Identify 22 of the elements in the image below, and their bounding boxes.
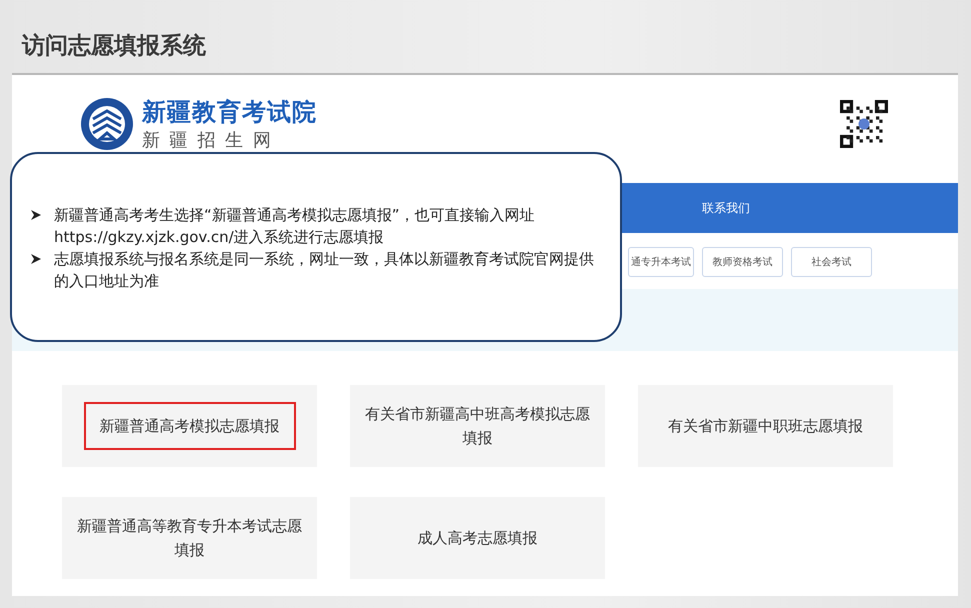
entry-label: 有关省市新疆高中班高考模拟志愿填报 [364,404,591,449]
system-entry-card[interactable]: 有关省市新疆高中班高考模拟志愿填报 [350,385,605,467]
site-name: 新疆教育考试院 [142,97,317,128]
arrowhead-bullet-icon [30,209,42,221]
bullet-text: 新疆普通高考考生选择“新疆普通高考模拟志愿填报”，也可直接输入网址https://gkzy.xjzk.gov.cn/进入系统进行志愿填报 [54,205,536,248]
system-entry-card[interactable]: 有关省市新疆中职班志愿填报 [638,385,893,467]
nav-link[interactable]: 联系我们 [702,200,750,216]
system-entry-card[interactable]: 新疆普通高考模拟志愿填报 [62,385,317,467]
bullet-text: 志愿填报系统与报名系统是同一系统，网址一致，具体以新疆教育考试院官网提供的入口地址为准 [54,249,595,292]
site-subtitle: 新 疆 招 生 网 [142,129,274,152]
emblem-icon [80,97,134,151]
exam-category-button[interactable]: 通专升本考试 [628,247,694,277]
qr-code-icon [840,100,888,148]
system-entry-card[interactable]: 新疆普通高等教育专升本考试志愿填报 [62,497,317,579]
system-entry-card[interactable]: 成人高考志愿填报 [350,497,605,579]
exam-category-button[interactable]: 教师资格考试 [702,247,783,277]
arrowhead-bullet-icon [30,253,42,265]
entry-label: 成人高考志愿填报 [418,528,538,549]
entry-label: 有关省市新疆中职班志愿填报 [668,416,863,437]
exam-category-button[interactable]: 社会考试 [791,247,872,277]
entry-label: 新疆普通高考模拟志愿填报 [84,402,296,450]
entry-label: 新疆普通高等教育专升本考试志愿填报 [76,516,303,561]
